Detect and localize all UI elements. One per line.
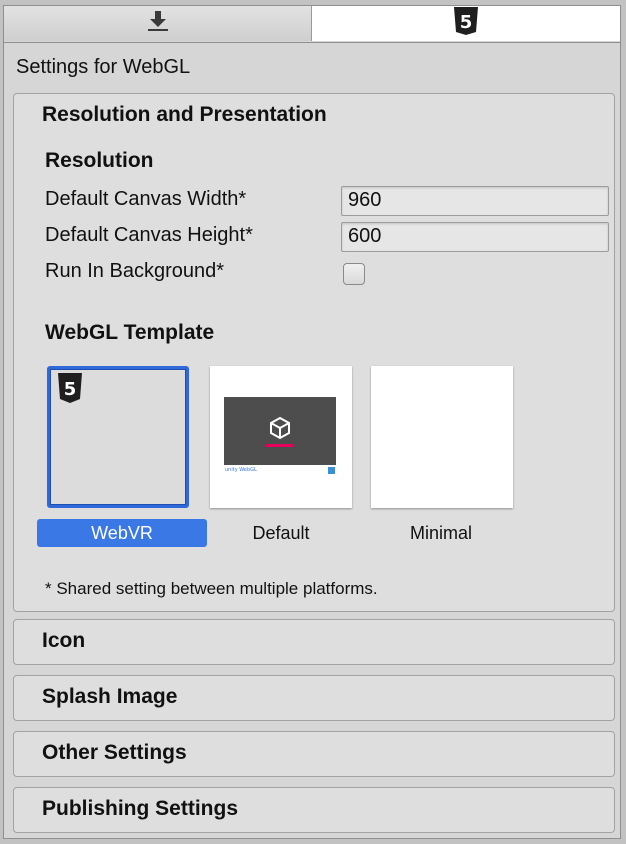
unity-webgl-logo: unity WebGL bbox=[225, 467, 257, 473]
unity-logo-icon bbox=[268, 416, 292, 445]
run-in-background-checkbox[interactable] bbox=[343, 263, 365, 285]
fullscreen-icon bbox=[328, 467, 335, 474]
canvas-height-label: Default Canvas Height* bbox=[45, 224, 253, 246]
loading-bar bbox=[266, 444, 294, 447]
run-in-background-label: Run In Background* bbox=[45, 260, 225, 282]
inspector-panel: 5 Settings for WebGL Resolution and Pres… bbox=[3, 5, 621, 839]
platform-tab-bar: 5 bbox=[4, 6, 620, 43]
splash-image-section[interactable]: Splash Image bbox=[13, 675, 615, 721]
publishing-settings-section[interactable]: Publishing Settings bbox=[13, 787, 615, 833]
splash-image-section-header[interactable]: Splash Image bbox=[42, 685, 177, 709]
template-label-webvr[interactable]: WebVR bbox=[37, 519, 207, 547]
svg-text:5: 5 bbox=[460, 12, 473, 33]
template-webvr[interactable]: 5 bbox=[47, 366, 189, 508]
canvas-height-field[interactable]: 600 bbox=[341, 222, 609, 252]
tab-webgl[interactable]: 5 bbox=[312, 6, 620, 41]
default-template-preview bbox=[224, 397, 336, 465]
icon-section-header[interactable]: Icon bbox=[42, 629, 85, 653]
resolution-subheader: Resolution bbox=[45, 149, 154, 172]
template-minimal[interactable] bbox=[371, 366, 513, 508]
other-settings-section[interactable]: Other Settings bbox=[13, 731, 615, 777]
template-thumbnail bbox=[371, 366, 513, 508]
canvas-width-field[interactable]: 960 bbox=[341, 186, 609, 216]
template-thumbnail: unity WebGL bbox=[210, 366, 352, 508]
shared-setting-note: * Shared setting between multiple platfo… bbox=[45, 579, 378, 598]
svg-text:5: 5 bbox=[64, 379, 77, 400]
template-label-default[interactable]: Default bbox=[196, 519, 366, 547]
html5-icon: 5 bbox=[453, 6, 479, 41]
resolution-presentation-section: Resolution and Presentation Resolution D… bbox=[13, 93, 615, 612]
template-label-minimal[interactable]: Minimal bbox=[356, 519, 526, 547]
publishing-settings-section-header[interactable]: Publishing Settings bbox=[42, 797, 238, 821]
other-settings-section-header[interactable]: Other Settings bbox=[42, 741, 187, 765]
canvas-width-label: Default Canvas Width* bbox=[45, 188, 247, 210]
html5-icon: 5 bbox=[57, 372, 83, 409]
tab-standalone[interactable] bbox=[4, 6, 312, 41]
webgl-template-subheader: WebGL Template bbox=[45, 321, 215, 344]
settings-title: Settings for WebGL bbox=[16, 56, 191, 78]
download-icon bbox=[146, 10, 170, 37]
template-default[interactable]: unity WebGL bbox=[210, 366, 352, 508]
icon-section[interactable]: Icon bbox=[13, 619, 615, 665]
template-thumbnail: 5 bbox=[47, 366, 189, 508]
resolution-presentation-header[interactable]: Resolution and Presentation bbox=[42, 103, 327, 127]
